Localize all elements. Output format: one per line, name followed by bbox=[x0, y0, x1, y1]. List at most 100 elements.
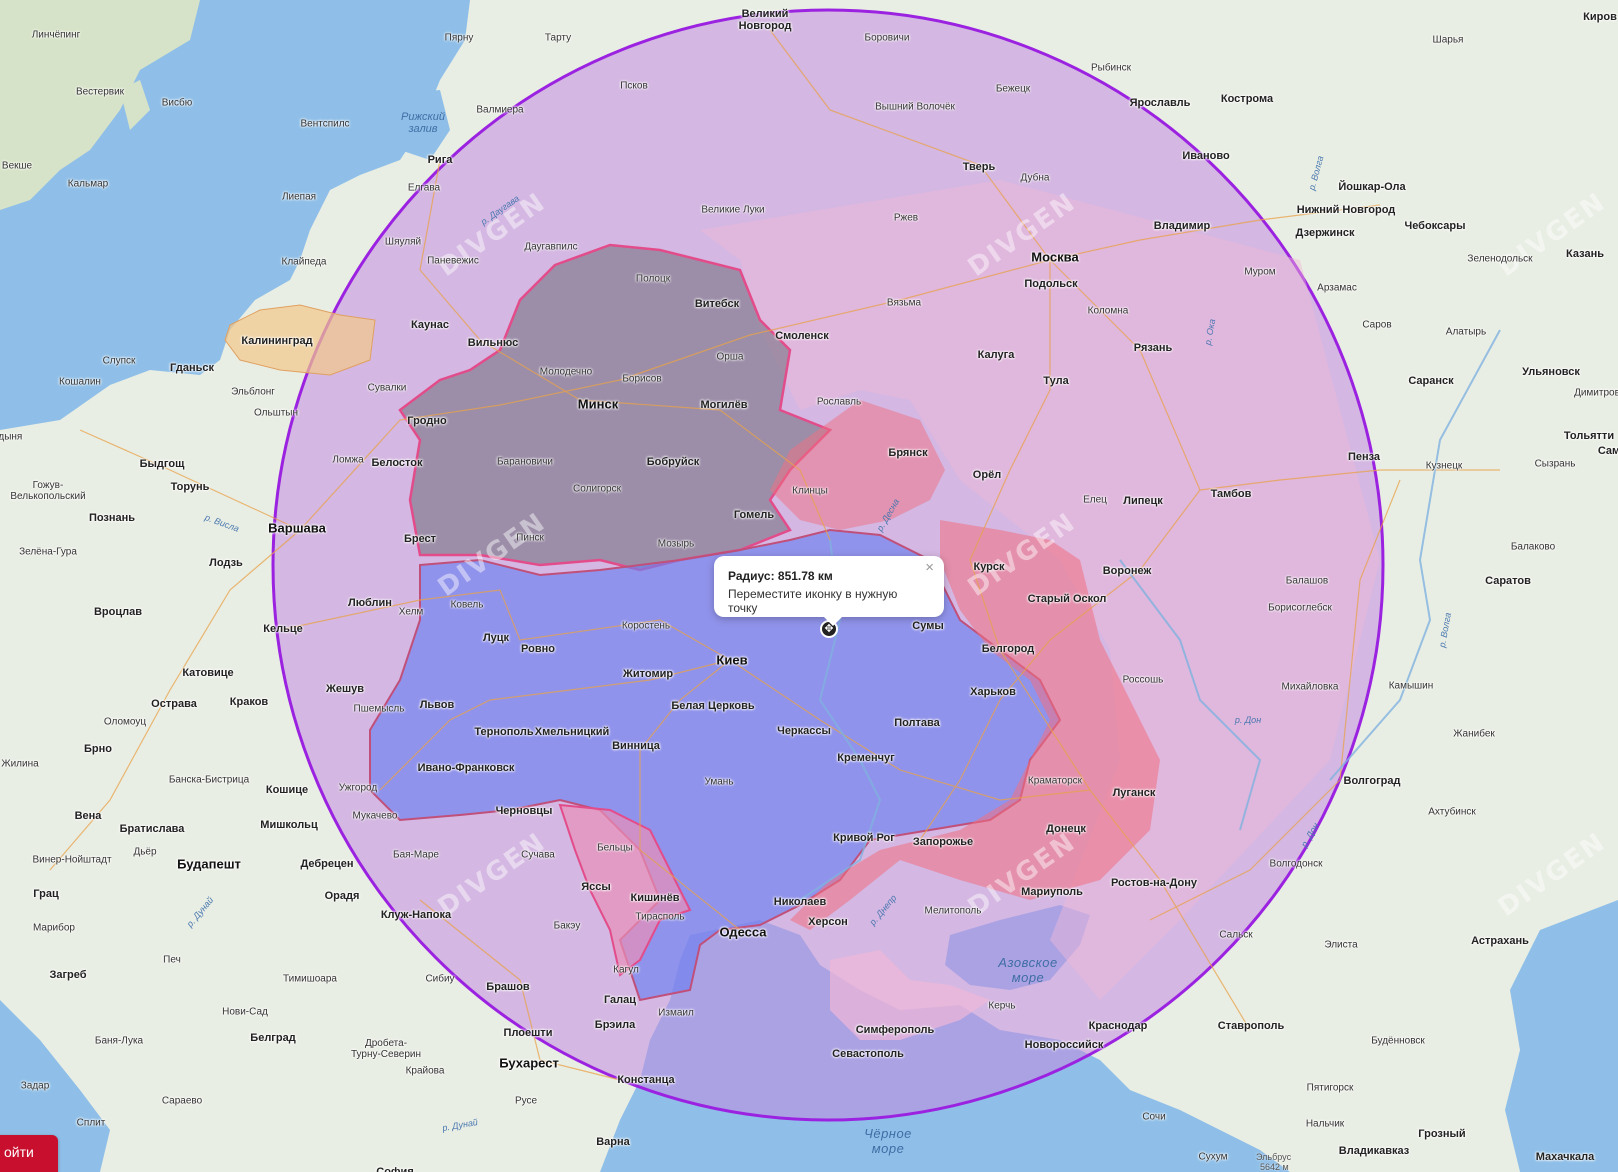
login-button[interactable]: ойти bbox=[0, 1135, 58, 1172]
city-label-kirov: Киров bbox=[1583, 11, 1617, 23]
city-label-baya-mare: Бая-Маре bbox=[393, 849, 439, 861]
city-label-zelena-gura: Зелёна-Гура bbox=[19, 546, 77, 558]
city-label-pskov: Псков bbox=[620, 80, 648, 92]
city-label-bryansk: Брянск bbox=[888, 447, 928, 459]
city-label-saratov: Саратов bbox=[1485, 575, 1531, 587]
city-label-koshitse: Кошице bbox=[265, 784, 309, 796]
city-label-stavropol: Ставрополь bbox=[1217, 1020, 1285, 1032]
city-label-dyor: Дьёр bbox=[133, 846, 157, 858]
city-label-kalmar: Кальмар bbox=[67, 178, 109, 190]
city-label-samara: Сам bbox=[1597, 445, 1618, 457]
city-label-elblong: Эльблонг bbox=[231, 386, 275, 398]
city-label-belgorod: Белгород bbox=[981, 643, 1035, 655]
city-label-zhilina: Жилина bbox=[1, 758, 39, 770]
city-label-krakov: Краков bbox=[229, 696, 269, 708]
city-label-tartu: Тарту bbox=[544, 32, 572, 44]
city-label-varna: Варна bbox=[596, 1136, 630, 1148]
city-label-krasnodar: Краснодар bbox=[1088, 1020, 1148, 1032]
city-label-saransk: Саранск bbox=[1408, 375, 1454, 387]
city-label-bobruysk: Бобруйск bbox=[646, 456, 700, 468]
city-label-sharya: Шарья bbox=[1432, 34, 1464, 46]
city-label-krayova: Крайова bbox=[405, 1065, 445, 1077]
city-label-melitopol: Мелитополь bbox=[924, 905, 982, 917]
city-label-vyazma: Вязьма bbox=[886, 297, 922, 309]
city-label-staryy-oskol: Старый Оскол bbox=[1027, 593, 1107, 605]
city-label-kluzh: Клуж-Напока bbox=[380, 909, 452, 921]
city-label-vilnyus: Вильнюс bbox=[467, 337, 519, 349]
city-label-khelm: Хелм bbox=[398, 606, 424, 618]
city-label-baranovichi: Барановичи bbox=[496, 456, 554, 468]
city-label-rostov: Ростов-на-Дону bbox=[1110, 877, 1198, 889]
city-label-velikiy-novgorod: Великий Новгород bbox=[738, 8, 792, 32]
city-label-belostok: Белосток bbox=[371, 457, 423, 469]
city-label-ulyanovsk: Ульяновск bbox=[1522, 366, 1580, 378]
city-label-minsk: Минск bbox=[577, 396, 619, 412]
city-label-orel: Орёл bbox=[972, 469, 1002, 481]
city-label-ternopol: Тернополь bbox=[474, 726, 534, 738]
city-label-cheboksary: Чебоксары bbox=[1404, 220, 1466, 232]
city-label-borisov: Борисов bbox=[622, 373, 662, 385]
city-label-donetsk: Донецк bbox=[1046, 823, 1086, 835]
city-label-lomzha: Ломжа bbox=[332, 454, 364, 466]
city-label-elgava: Елгава bbox=[407, 182, 441, 194]
city-label-simferopol: Симферополь bbox=[855, 1024, 935, 1036]
river-label-don1: р. Дон bbox=[1234, 715, 1262, 725]
city-label-gozhuv: Гожув- Велькопольский bbox=[10, 480, 86, 502]
city-label-zadar: Задар bbox=[20, 1080, 50, 1092]
city-label-kagul: Кагул bbox=[613, 964, 639, 976]
city-label-kostroma: Кострома bbox=[1220, 93, 1274, 105]
city-label-tver: Тверь bbox=[962, 161, 996, 173]
city-label-liepaya: Лиепая bbox=[281, 191, 317, 203]
city-label-vinnitsa: Винница bbox=[612, 740, 660, 752]
city-label-polotsk: Полоцк bbox=[635, 273, 671, 285]
city-label-uzhgorod: Ужгород bbox=[338, 782, 378, 794]
map-canvas[interactable]: DIVGEN DIVGEN DIVGEN DIVGEN DIVGEN DIVGE… bbox=[0, 0, 1618, 1172]
city-label-vladimir: Владимир bbox=[1153, 220, 1211, 232]
city-label-kiev: Киев bbox=[716, 652, 748, 668]
city-label-nikolaev: Николаев bbox=[773, 896, 827, 908]
city-label-dzerzhinsk: Дзержинск bbox=[1295, 227, 1355, 239]
city-label-soligorsk: Солигорск bbox=[573, 483, 621, 495]
black-sea-label: Чёрное море bbox=[864, 1126, 912, 1156]
city-label-smolensk: Смоленск bbox=[775, 330, 829, 342]
radius-popup: Радиус: 851.78 км Переместите иконку в н… bbox=[714, 556, 944, 626]
city-label-cherkassy: Черкассы bbox=[777, 725, 831, 737]
city-label-astrakhan: Астрахань bbox=[1471, 935, 1529, 947]
city-label-nalchik: Нальчик bbox=[1305, 1118, 1345, 1130]
city-label-brno: Брно bbox=[84, 743, 112, 755]
city-label-kherson: Херсон bbox=[808, 916, 848, 928]
city-label-drobeta: Дробета- Турну-Северин bbox=[350, 1038, 422, 1060]
radius-hint: Переместите иконку в нужную точку bbox=[728, 587, 898, 615]
city-label-molodechno: Молодечно bbox=[539, 366, 593, 378]
city-label-sevastopol: Севастополь bbox=[832, 1048, 904, 1060]
city-label-varshava: Варшава bbox=[268, 520, 326, 536]
city-label-banska: Банска-Бистрица bbox=[168, 774, 250, 786]
city-label-elets: Елец bbox=[1083, 494, 1107, 506]
city-label-lvov: Львов bbox=[419, 699, 455, 711]
city-label-zhitomir: Житомир bbox=[622, 668, 674, 680]
city-label-budapesht: Будапешт bbox=[177, 856, 241, 872]
city-label-parnu: Пярну bbox=[444, 32, 474, 44]
city-label-penza: Пенза bbox=[1347, 451, 1381, 463]
city-label-balashov: Балашов bbox=[1285, 575, 1329, 587]
city-label-debretsen: Дебрецен bbox=[300, 858, 354, 870]
close-icon[interactable]: × bbox=[925, 560, 934, 575]
city-label-borisoglebsk: Борисоглебск bbox=[1268, 602, 1332, 614]
azov-sea-label: Азовское море bbox=[998, 955, 1058, 985]
city-label-visbyu: Висбю bbox=[161, 97, 193, 109]
city-label-belaya-tserkov: Белая Церковь bbox=[671, 700, 755, 712]
city-label-poznan: Познань bbox=[88, 512, 136, 524]
city-label-valmiera: Валмиера bbox=[476, 104, 524, 116]
city-label-lyublin: Люблин bbox=[348, 597, 392, 609]
city-label-kuznetsk: Кузнецк bbox=[1425, 460, 1463, 472]
city-label-orsha: Орша bbox=[716, 351, 744, 363]
city-label-lodz: Лодзь bbox=[209, 557, 243, 569]
city-label-murom: Муром bbox=[1244, 266, 1276, 278]
city-label-kursk: Курск bbox=[973, 561, 1005, 573]
city-label-dubna: Дубна bbox=[1020, 172, 1050, 184]
city-label-rovno: Ровно bbox=[521, 643, 555, 655]
city-label-yaroslavl: Ярославль bbox=[1129, 97, 1191, 109]
city-label-volgodonsk: Волгодонск bbox=[1269, 858, 1323, 870]
city-label-kaliningrad: Калининград bbox=[241, 335, 313, 347]
city-label-krivoy-rog: Кривой Рог bbox=[833, 832, 895, 844]
